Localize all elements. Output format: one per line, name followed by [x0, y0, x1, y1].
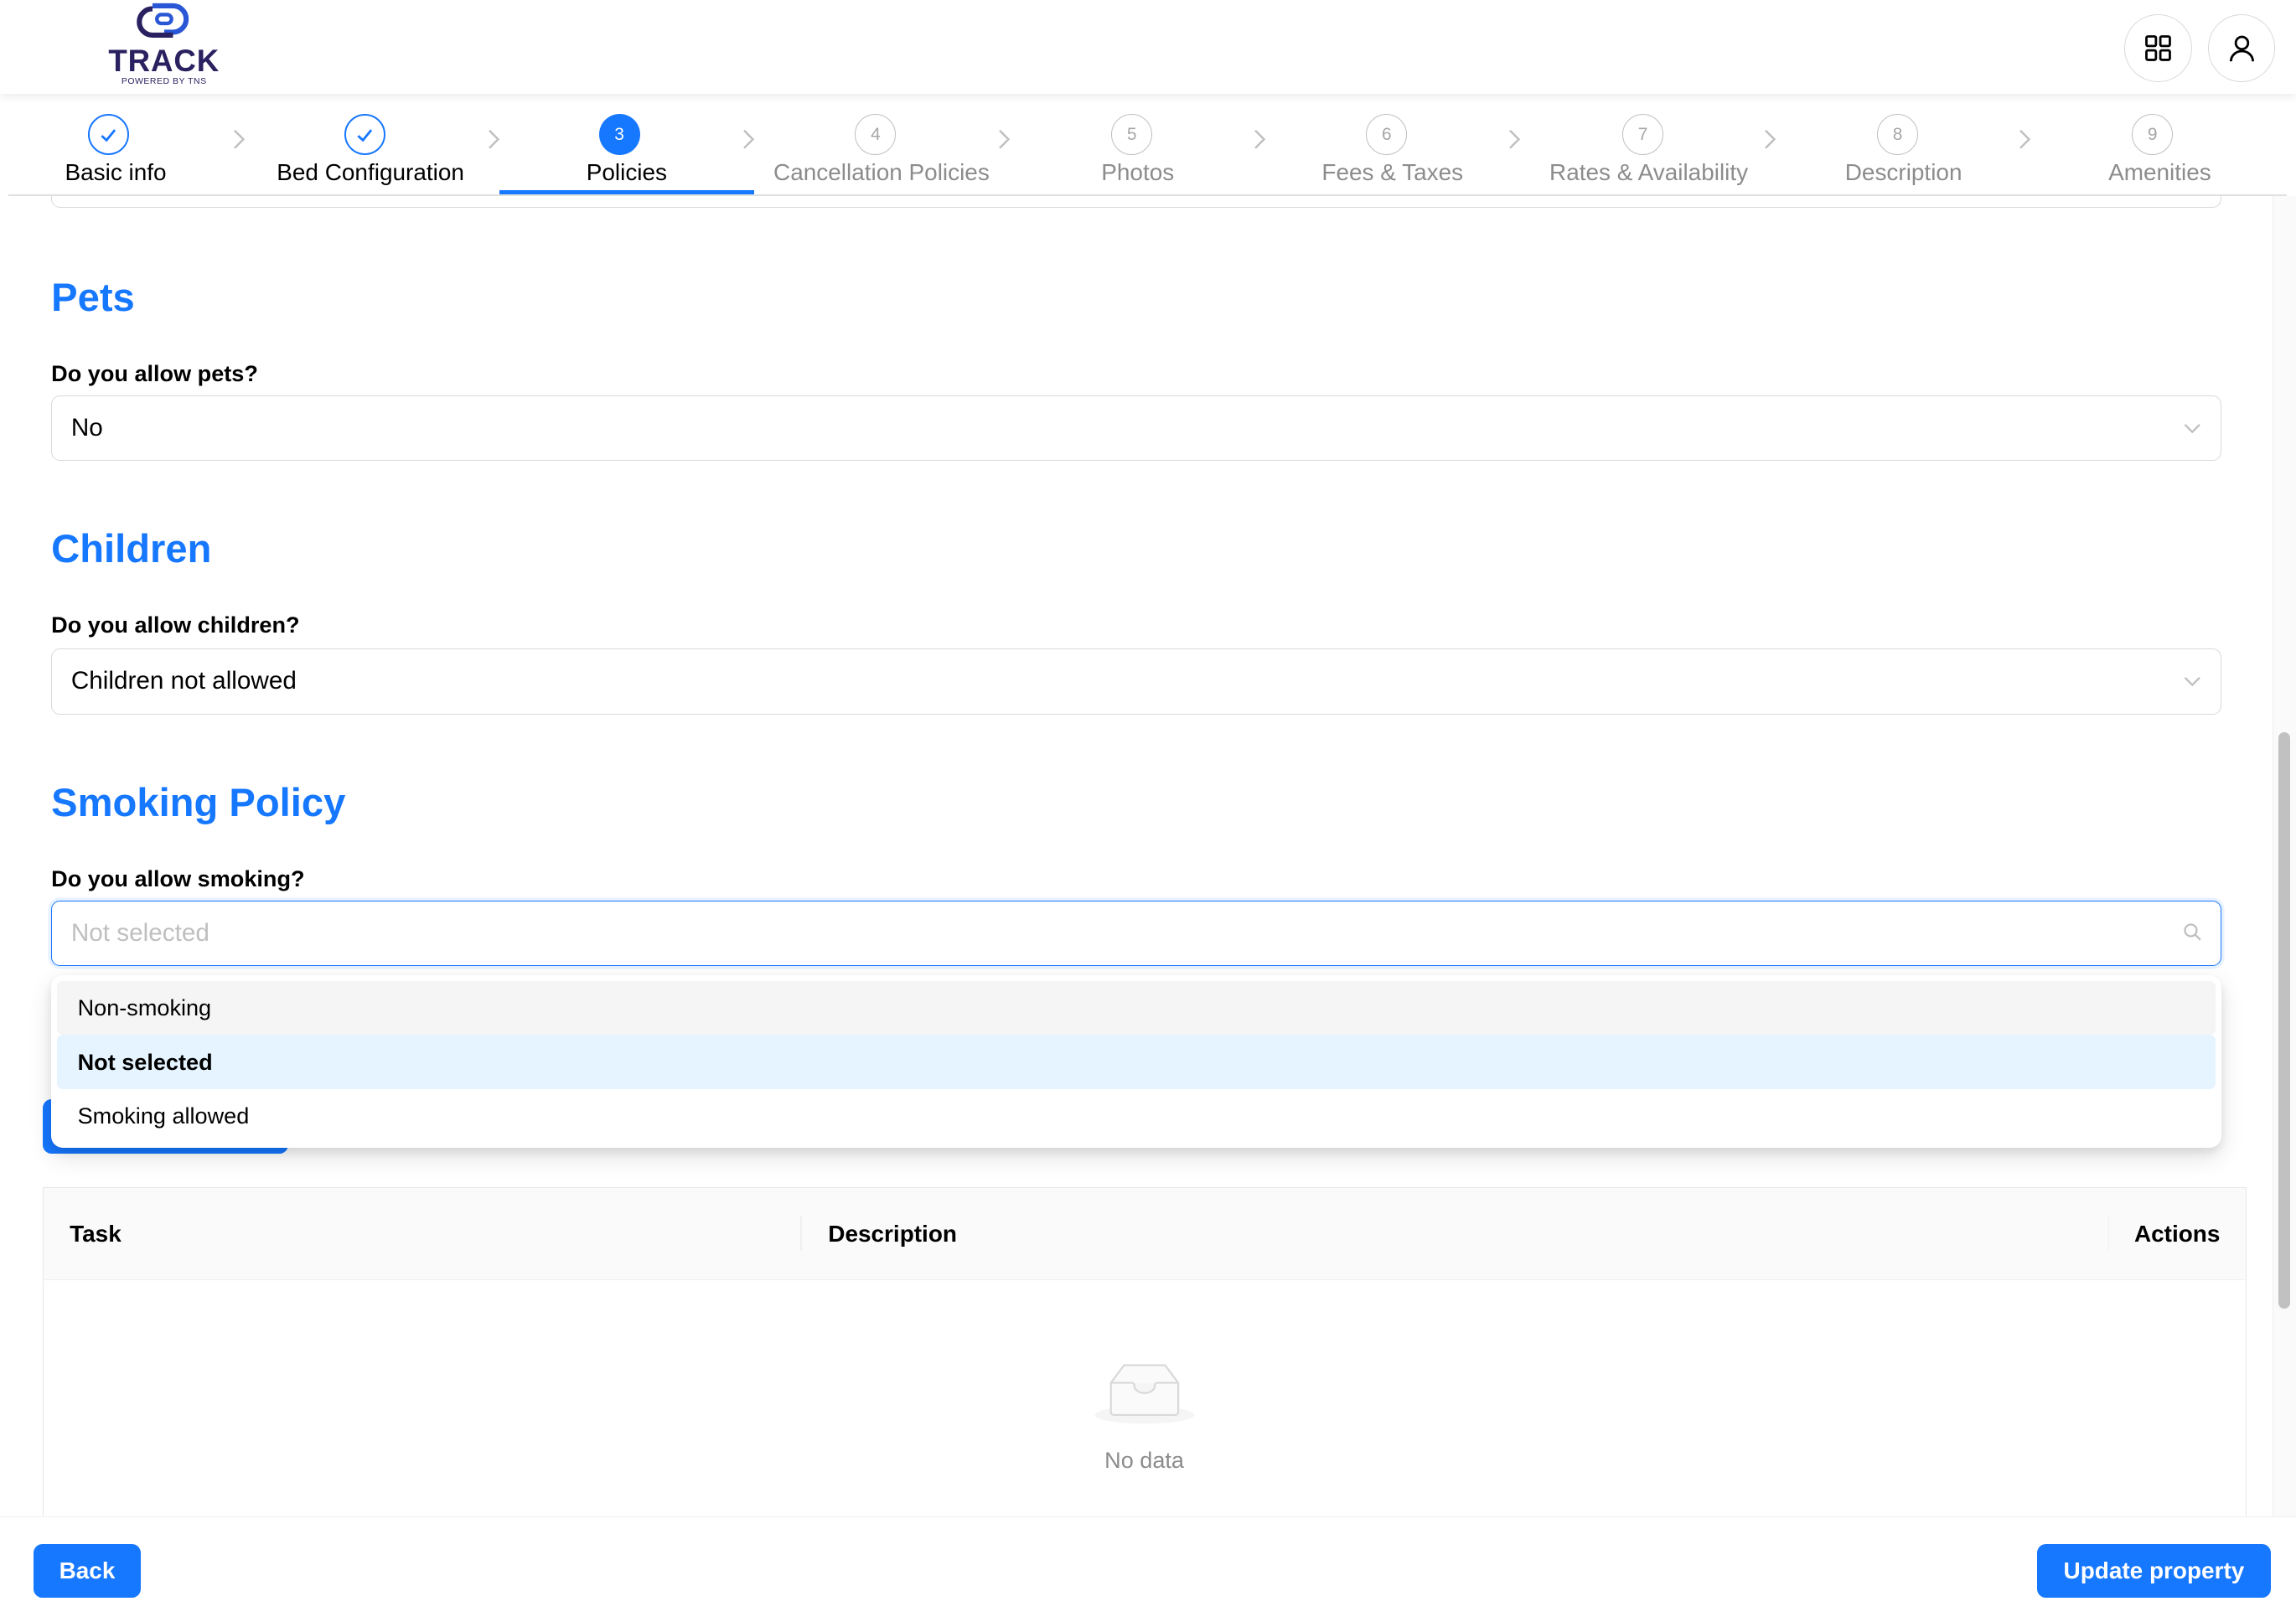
tasks-table: Task Description Actions No data: [42, 1187, 2247, 1517]
steps-navigation: Basic info Bed Configuration 3 Policies …: [0, 93, 2296, 197]
apps-button[interactable]: [2124, 14, 2192, 82]
step-number: 4: [855, 114, 897, 156]
step-number: 7: [1622, 114, 1664, 156]
smoking-options-dropdown: Non-smoking Not selected Smoking allowed: [51, 974, 2221, 1148]
step-fees-taxes[interactable]: 6 Fees & Taxes: [1275, 94, 1510, 196]
option-non-smoking[interactable]: Non-smoking: [57, 980, 2216, 1036]
previous-field: [51, 196, 2221, 209]
step-number: 5: [1111, 114, 1153, 156]
top-bar: TRACK POWERED BY TNS: [0, 0, 2296, 94]
step-label: Fees & Taxes: [1321, 159, 1464, 186]
step-amenities[interactable]: 9 Amenities: [2043, 94, 2278, 196]
pets-select[interactable]: No: [51, 395, 2221, 462]
table-header: Task Description Actions: [43, 1188, 2246, 1281]
step-cancellation-policies[interactable]: 4 Cancellation Policies: [764, 94, 999, 196]
chevron-right-icon: [2019, 129, 2031, 149]
column-divider: [2107, 1216, 2110, 1252]
step-label: Photos: [1101, 159, 1175, 186]
logo[interactable]: TRACK POWERED BY TNS: [106, 0, 223, 94]
children-select[interactable]: Children not allowed: [51, 648, 2221, 715]
chevron-right-icon: [1254, 129, 1265, 149]
step-label: Bed Configuration: [277, 159, 464, 186]
chevron-down-icon: [2185, 677, 2201, 687]
brand-name: TRACK: [108, 43, 220, 78]
chevron-right-icon: [233, 129, 245, 149]
step-number: 6: [1366, 114, 1408, 156]
pets-select-value: No: [70, 414, 103, 442]
section-title-smoking: Smoking Policy: [51, 779, 346, 824]
search-icon: [2184, 923, 2202, 941]
column-header-task: Task: [70, 1221, 122, 1247]
pets-question-label: Do you allow pets?: [51, 359, 258, 386]
step-bed-configuration[interactable]: Bed Configuration: [253, 94, 488, 196]
empty-state-text: No data: [1104, 1447, 1184, 1474]
step-number: 9: [2132, 114, 2174, 156]
chevron-right-icon: [1508, 129, 1520, 149]
step-policies[interactable]: 3 Policies: [499, 94, 754, 196]
step-number: 3: [598, 114, 640, 156]
column-divider: [800, 1216, 802, 1252]
step-number: 8: [1877, 114, 1919, 156]
chevron-right-icon: [999, 129, 1011, 149]
empty-state: No data: [44, 1356, 2246, 1474]
check-icon: [344, 114, 385, 156]
step-label: Cancellation Policies: [773, 159, 990, 186]
chevron-down-icon: [2185, 424, 2201, 434]
step-rates-availability[interactable]: 7 Rates & Availability: [1532, 94, 1766, 196]
section-title-children: Children: [51, 526, 212, 571]
user-menu-button[interactable]: [2208, 14, 2276, 82]
smoking-select[interactable]: Not selected: [51, 900, 2221, 967]
chevron-right-icon: [742, 129, 754, 149]
column-header-actions: Actions: [2133, 1221, 2221, 1247]
step-label: Description: [1844, 159, 1962, 186]
children-select-value: Children not allowed: [70, 667, 297, 695]
smoking-select-placeholder: Not selected: [70, 918, 209, 947]
brand-tagline: POWERED BY TNS: [121, 76, 207, 86]
step-photos[interactable]: 5 Photos: [1021, 94, 1255, 196]
back-button[interactable]: Back: [34, 1543, 141, 1599]
grid-icon: [2145, 35, 2172, 62]
check-icon: [87, 114, 129, 156]
section-title-pets: Pets: [51, 274, 135, 319]
empty-inbox-icon: [1094, 1364, 1194, 1424]
step-description[interactable]: 8 Description: [1787, 94, 2021, 196]
option-not-selected[interactable]: Not selected: [57, 1035, 2216, 1090]
user-icon: [2229, 35, 2254, 62]
column-header-description: Description: [828, 1221, 957, 1247]
form-content: Pets Do you allow pets? No Children Do y…: [0, 196, 2296, 1517]
smoking-question-label: Do you allow smoking?: [51, 865, 305, 891]
step-label: Amenities: [2108, 159, 2211, 186]
children-question-label: Do you allow children?: [51, 612, 300, 638]
footer-bar: Back Update property: [0, 1516, 2296, 1621]
step-label: Rates & Availability: [1549, 159, 1749, 186]
update-property-button[interactable]: Update property: [2036, 1543, 2272, 1599]
scrollbar-thumb[interactable]: [2278, 731, 2291, 1309]
chevron-right-icon: [1765, 129, 1776, 149]
step-label: Basic info: [65, 159, 167, 186]
option-smoking-allowed[interactable]: Smoking allowed: [57, 1089, 2216, 1144]
track-logo-icon: [137, 3, 189, 38]
step-basic-info[interactable]: Basic info: [8, 94, 222, 196]
step-label: Policies: [586, 159, 668, 186]
